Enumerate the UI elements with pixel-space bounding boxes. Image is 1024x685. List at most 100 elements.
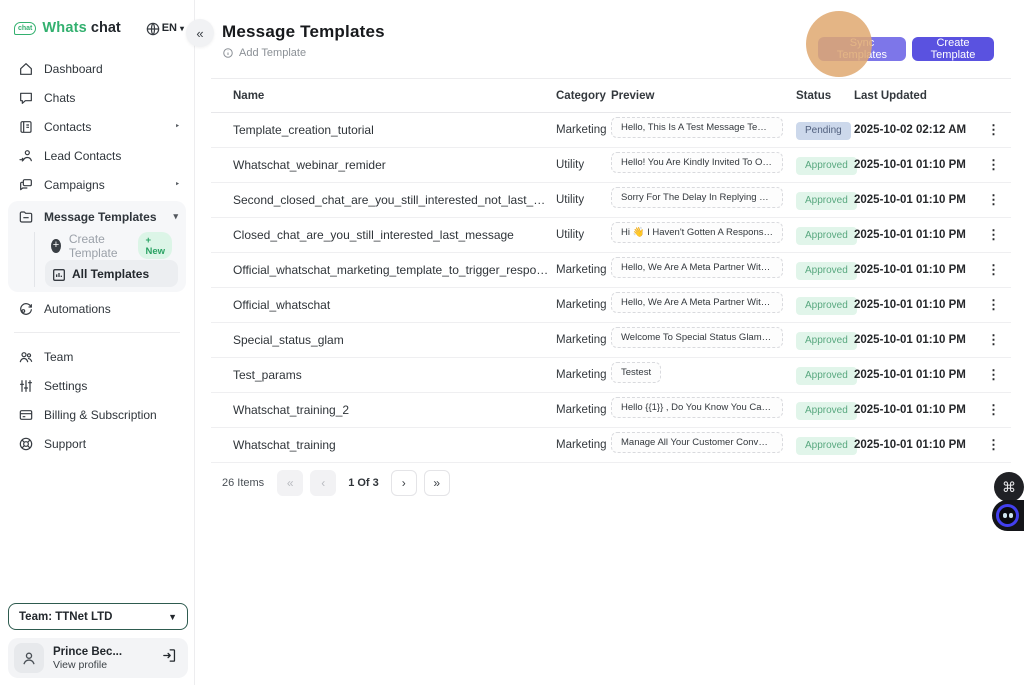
col-name: Name xyxy=(211,90,556,102)
message-templates-group: Message Templates ▾ + Create Template + … xyxy=(8,201,186,292)
status-badge: Approved xyxy=(796,157,857,175)
sidebar-item-label: Team xyxy=(44,350,73,364)
language-selector[interactable]: EN ▾ xyxy=(145,21,184,35)
table-row: Official_whatschat_marketing_template_to… xyxy=(211,253,1011,288)
sidebar: chat Whats chat EN ▾ Dashboard Chats Con… xyxy=(0,0,195,685)
prev-page-button[interactable]: ‹ xyxy=(310,470,336,496)
sidebar-item-dashboard[interactable]: Dashboard xyxy=(0,54,194,83)
add-template-hint: Add Template xyxy=(222,47,306,59)
table-row: Test_params Marketing Testest Approved 2… xyxy=(211,358,1011,393)
next-page-button[interactable]: › xyxy=(391,470,417,496)
page-indicator: 1 Of 3 xyxy=(348,477,379,489)
table-row: Whatschat_training_2 Marketing Hello {{1… xyxy=(211,393,1011,428)
profile-name: Prince Bec... xyxy=(53,646,122,658)
all-templates-icon xyxy=(51,267,64,280)
new-badge: + New xyxy=(138,232,172,259)
template-name: Whatschat_training xyxy=(211,438,556,452)
last-updated: 2025-10-01 01:10 PM xyxy=(854,369,981,381)
row-actions-button[interactable]: ⋮ xyxy=(981,435,1006,454)
team-selector-label: Team: TTNet LTD xyxy=(19,611,113,623)
row-actions-button[interactable]: ⋮ xyxy=(981,295,1006,314)
sidebar-item-all-templates[interactable]: All Templates xyxy=(45,260,178,287)
last-updated: 2025-10-01 01:10 PM xyxy=(854,404,981,416)
sidebar-item-label: Dashboard xyxy=(44,62,103,76)
create-template-button[interactable]: Create Template xyxy=(912,37,994,61)
pagination: 26 Items « ‹ 1 Of 3 › » xyxy=(222,470,450,496)
template-name: Official_whatschat_marketing_template_to… xyxy=(211,263,556,277)
items-count: 26 Items xyxy=(222,477,264,489)
caret-down-icon: ▼ xyxy=(168,612,177,622)
sync-templates-button[interactable]: Sync Templates xyxy=(818,37,906,61)
profile-view-link: View profile xyxy=(53,659,122,671)
last-updated: 2025-10-01 01:10 PM xyxy=(854,299,981,311)
first-page-button[interactable]: « xyxy=(277,470,303,496)
logout-icon[interactable] xyxy=(161,647,178,669)
template-category: Marketing xyxy=(556,334,611,346)
row-actions-button[interactable]: ⋮ xyxy=(981,120,1006,139)
last-updated: 2025-10-01 01:10 PM xyxy=(854,264,981,276)
template-name: Closed_chat_are_you_still_interested_las… xyxy=(211,228,556,242)
main-content: Message Templates Add Template Sync Temp… xyxy=(196,0,1024,685)
sidebar-item-contacts[interactable]: Contacts ‣ xyxy=(0,112,194,141)
row-actions-button[interactable]: ⋮ xyxy=(981,225,1006,244)
table-row: Second_closed_chat_are_you_still_interes… xyxy=(211,183,1011,218)
sidebar-item-support[interactable]: Support xyxy=(0,429,194,458)
sidebar-item-label: Chats xyxy=(44,91,75,105)
sidebar-item-message-templates[interactable]: Message Templates ▾ xyxy=(8,202,186,231)
chatbot-widget-button[interactable] xyxy=(992,500,1024,531)
team-selector[interactable]: Team: TTNet LTD ▼ xyxy=(8,603,188,630)
template-category: Marketing xyxy=(556,369,611,381)
template-category: Marketing xyxy=(556,124,611,136)
sidebar-item-label: Message Templates xyxy=(44,210,157,224)
templates-icon xyxy=(18,209,34,225)
chat-icon xyxy=(18,90,34,106)
sidebar-item-lead-contacts[interactable]: Lead Contacts xyxy=(0,141,194,170)
last-updated: 2025-10-01 01:10 PM xyxy=(854,334,981,346)
status-badge: Approved xyxy=(796,332,857,350)
sidebar-collapse-button[interactable]: « xyxy=(186,19,214,47)
preview-chip: Hello! You Are Kindly Invited To Our W..… xyxy=(611,152,783,173)
row-actions-button[interactable]: ⋮ xyxy=(981,330,1006,349)
sliders-icon xyxy=(18,378,34,394)
row-actions-button[interactable]: ⋮ xyxy=(981,155,1006,174)
sidebar-item-team[interactable]: Team xyxy=(0,342,194,371)
brand-name: Whats xyxy=(42,20,87,36)
brand-logo-icon: chat xyxy=(14,22,36,35)
status-badge: Approved xyxy=(796,437,857,455)
row-actions-button[interactable]: ⋮ xyxy=(981,260,1006,279)
sidebar-item-settings[interactable]: Settings xyxy=(0,371,194,400)
sidebar-item-label: Settings xyxy=(44,379,87,393)
sidebar-item-campaigns[interactable]: Campaigns ‣ xyxy=(0,170,194,199)
last-page-button[interactable]: » xyxy=(424,470,450,496)
table-row: Official_whatschat Marketing Hello, We A… xyxy=(211,288,1011,323)
preview-chip: Hello, We Are A Meta Partner With W... xyxy=(611,257,783,278)
sidebar-item-automations[interactable]: Automations xyxy=(0,294,194,323)
row-actions-button[interactable]: ⋮ xyxy=(981,190,1006,209)
table-header-row: Name Category Preview Status Last Update… xyxy=(211,79,1011,113)
table-row: Whatschat_webinar_remider Utility Hello!… xyxy=(211,148,1011,183)
template-name: Whatschat_training_2 xyxy=(211,403,556,417)
preview-chip: Manage All Your Customer Conversati... xyxy=(611,432,783,453)
template-name: Official_whatschat xyxy=(211,298,556,312)
preview-chip: Hello, We Are A Meta Partner With W... xyxy=(611,292,783,313)
profile-card[interactable]: Prince Bec... View profile xyxy=(8,638,188,678)
status-badge: Approved xyxy=(796,227,857,245)
table-row: Template_creation_tutorial Marketing Hel… xyxy=(211,113,1011,148)
submenu-arrow-icon: ‣ xyxy=(175,179,180,190)
sidebar-item-create-template[interactable]: + Create Template + New xyxy=(45,232,178,259)
preview-chip: Sorry For The Delay In Replying 🙏. C... xyxy=(611,187,783,208)
sidebar-item-billing[interactable]: Billing & Subscription xyxy=(0,400,194,429)
chatbot-icon xyxy=(996,504,1019,527)
support-icon xyxy=(18,436,34,452)
last-updated: 2025-10-01 01:10 PM xyxy=(854,194,981,206)
globe-icon xyxy=(145,21,159,35)
row-actions-button[interactable]: ⋮ xyxy=(981,365,1006,384)
sidebar-item-chats[interactable]: Chats xyxy=(0,83,194,112)
language-label: EN xyxy=(162,22,177,34)
col-last-updated: Last Updated xyxy=(854,90,981,102)
template-name: Special_status_glam xyxy=(211,333,556,347)
command-shortcut-button[interactable]: ⌘ xyxy=(994,472,1024,502)
preview-chip: Hello, This Is A Test Message Template..… xyxy=(611,117,783,138)
row-actions-button[interactable]: ⋮ xyxy=(981,400,1006,419)
col-status: Status xyxy=(796,90,854,102)
